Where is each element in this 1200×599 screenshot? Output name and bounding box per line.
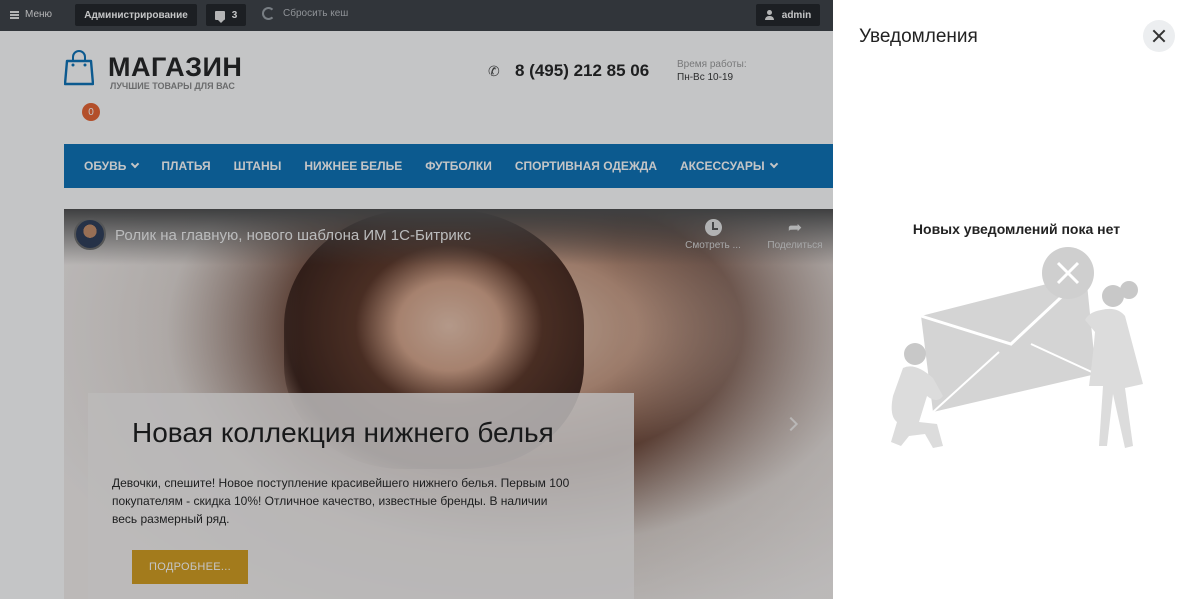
- close-icon[interactable]: [1143, 20, 1175, 52]
- store-page: Меню Администрирование 3 Сбросить кеш ad…: [0, 0, 833, 599]
- empty-envelope-illustration: [891, 247, 1143, 448]
- empty-state-text: Новых уведомлений пока нет: [912, 221, 1121, 237]
- notifications-panel: Уведомления Новых уведомлений пока нет: [833, 0, 1200, 599]
- overlay-backdrop[interactable]: [0, 0, 833, 599]
- close-circle-icon: [1042, 247, 1094, 299]
- panel-title: Уведомления: [859, 26, 978, 47]
- person-right-icon: [1085, 281, 1143, 448]
